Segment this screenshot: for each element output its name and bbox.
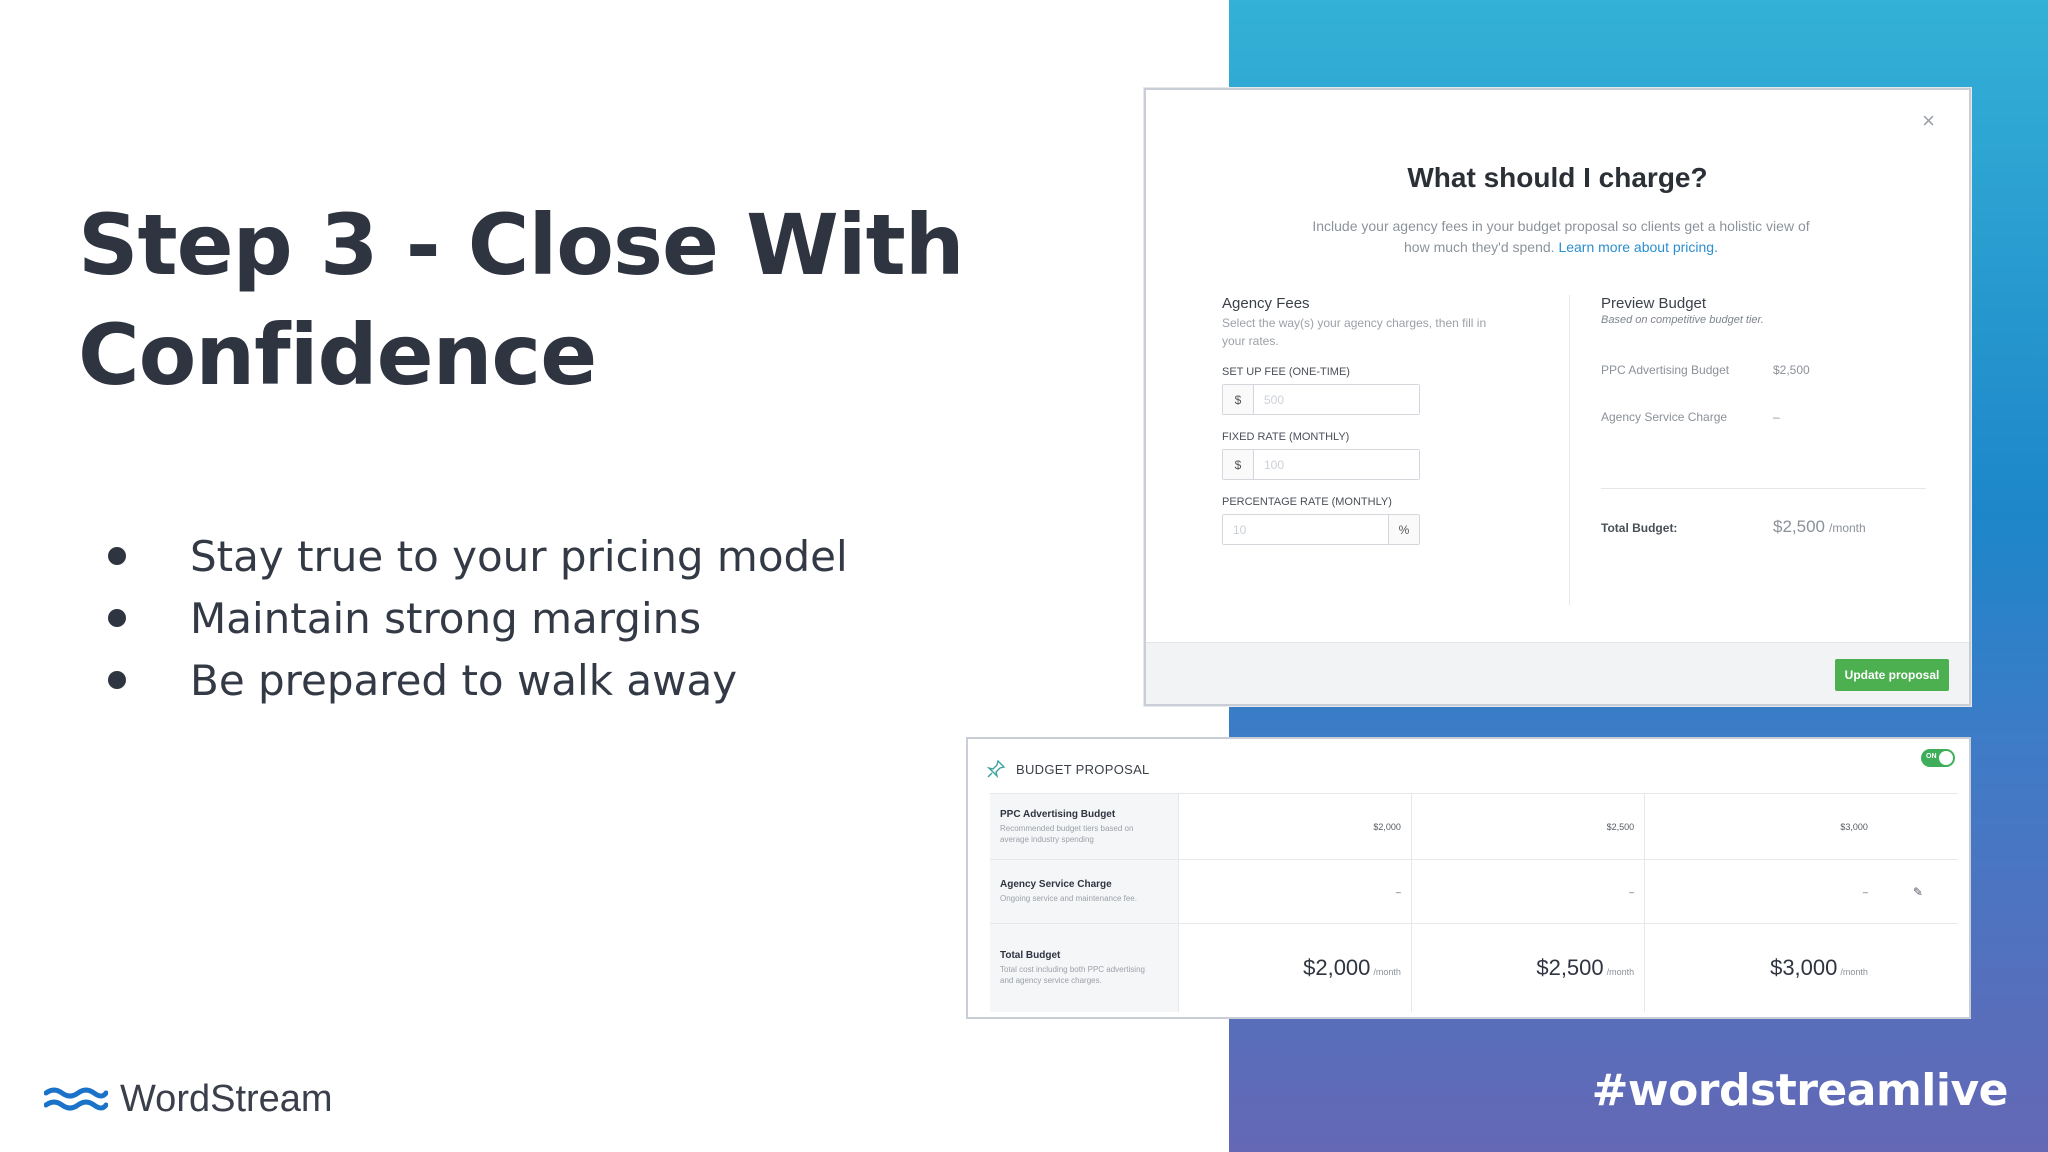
modal-footer: Update proposal: [1146, 642, 1969, 704]
percentage-rate-input[interactable]: [1223, 515, 1388, 544]
pricing-modal: × What should I charge? Include your age…: [1144, 88, 1971, 706]
edit-cell: ✎: [1877, 859, 1958, 924]
modal-subtitle: Include your agency fees in your budget …: [1306, 216, 1816, 258]
total-tier-1-value: $2,000: [1303, 954, 1371, 980]
preview-service-value: –: [1773, 410, 1780, 424]
setup-fee-input[interactable]: [1254, 385, 1419, 414]
total-tier-3-value: $3,000: [1770, 954, 1838, 980]
preview-ppc-row: PPC Advertising Budget $2,500: [1601, 363, 1810, 377]
total-unit: /month: [1606, 966, 1635, 977]
hashtag: #wordstreamlive: [1591, 1065, 2009, 1116]
bullet-item: Be prepared to walk away: [100, 649, 848, 711]
bullet-list: Stay true to your pricing model Maintain…: [100, 525, 848, 711]
table-row: Total Budget Total cost including both P…: [990, 923, 1958, 1012]
column-divider: [1569, 295, 1570, 605]
pin-icon: [986, 759, 1006, 779]
preview-total-value: $2,500: [1773, 517, 1825, 536]
empty-cell: [1877, 793, 1958, 860]
row-label-cell: Total Budget Total cost including both P…: [990, 923, 1179, 1012]
wordstream-waves-icon: [44, 1087, 108, 1110]
dollar-prefix: $: [1223, 385, 1254, 414]
budget-proposal-card: BUDGET PROPOSAL ON PPC Advertising Budge…: [966, 737, 1971, 1019]
bullet-text: Be prepared to walk away: [190, 655, 738, 705]
preview-ppc-value: $2,500: [1773, 363, 1810, 377]
preview-budget-section: Preview Budget Based on competitive budg…: [1601, 295, 1926, 536]
row-label-cell: Agency Service Charge Ongoing service an…: [990, 859, 1179, 924]
fixed-rate-input[interactable]: [1254, 450, 1419, 479]
agency-fees-section: Agency Fees Select the way(s) your agenc…: [1222, 295, 1522, 545]
service-row-description: Ongoing service and maintenance fee.: [1000, 894, 1137, 903]
total-tier-3-cell: $3,000/month: [1644, 923, 1878, 1012]
total-row-title: Total Budget: [1000, 949, 1061, 961]
bullet-dot-icon: [108, 671, 126, 689]
slide-title-line-1: Step 3 - Close With: [78, 196, 965, 294]
brand-name: WordStream: [120, 1078, 333, 1120]
fixed-rate-label: FIXED RATE (MONTHLY): [1222, 431, 1350, 443]
preview-budget-title: Preview Budget: [1601, 295, 1707, 312]
agency-fees-title: Agency Fees: [1222, 295, 1310, 312]
bullet-dot-icon: [108, 609, 126, 627]
percentage-rate-label: PERCENTAGE RATE (MONTHLY): [1222, 496, 1392, 508]
table-row: PPC Advertising Budget Recommended budge…: [990, 793, 1958, 860]
total-tier-1-cell: $2,000/month: [1178, 923, 1412, 1012]
service-row-title: Agency Service Charge: [1000, 879, 1112, 890]
service-tier-3-value: –: [1644, 859, 1878, 924]
total-tier-2-cell: $2,500/month: [1411, 923, 1646, 1012]
ppc-tier-2-value: $2,500: [1411, 793, 1646, 860]
total-row-description: Total cost including both PPC advertisin…: [1000, 964, 1145, 985]
bullet-item: Maintain strong margins: [100, 587, 848, 649]
ppc-row-description: Recommended budget tiers based on averag…: [1000, 823, 1134, 844]
modal-title: What should I charge?: [1407, 162, 1708, 193]
bullet-item: Stay true to your pricing model: [100, 525, 848, 587]
preview-total-label: Total Budget:: [1601, 521, 1678, 535]
budget-proposal-title: BUDGET PROPOSAL: [1016, 761, 1150, 777]
budget-proposal-header: BUDGET PROPOSAL: [986, 759, 1150, 779]
toggle-on-label: ON: [1926, 753, 1937, 760]
row-label-cell: PPC Advertising Budget Recommended budge…: [990, 793, 1179, 860]
ppc-row-title: PPC Advertising Budget: [1000, 808, 1116, 820]
learn-more-link[interactable]: Learn more about pricing.: [1558, 239, 1718, 255]
close-icon[interactable]: ×: [1922, 108, 1935, 134]
bullet-dot-icon: [108, 547, 126, 565]
preview-budget-description: Based on competitive budget tier.: [1601, 314, 1764, 326]
total-unit: /month: [1373, 966, 1401, 977]
preview-total-row: Total Budget: $2,500 /month: [1601, 517, 1866, 537]
service-tier-2-value: –: [1411, 859, 1646, 924]
bullet-text: Maintain strong margins: [190, 593, 702, 643]
preview-service-label: Agency Service Charge: [1601, 410, 1728, 424]
ppc-tier-3-value: $3,000: [1644, 793, 1878, 860]
slide-title: Step 3 - Close With Confidence: [78, 190, 1078, 410]
proposal-toggle[interactable]: ON: [1921, 749, 1955, 767]
bullet-text: Stay true to your pricing model: [190, 531, 848, 581]
setup-fee-input-group: $: [1222, 384, 1420, 415]
percentage-rate-input-group: %: [1222, 514, 1420, 545]
update-proposal-button[interactable]: Update proposal: [1835, 659, 1949, 691]
total-tier-2-value: $2,500: [1536, 954, 1604, 980]
table-row: Agency Service Charge Ongoing service an…: [990, 859, 1958, 924]
budget-proposal-table: PPC Advertising Budget Recommended budge…: [990, 793, 1958, 1012]
preview-ppc-label: PPC Advertising Budget: [1601, 363, 1730, 377]
preview-total-unit: /month: [1829, 521, 1866, 535]
toggle-knob: [1939, 751, 1953, 765]
service-tier-1-value: –: [1178, 859, 1412, 924]
total-unit: /month: [1840, 966, 1868, 977]
ppc-tier-1-value: $2,000: [1178, 793, 1412, 860]
preview-service-row: Agency Service Charge –: [1601, 410, 1780, 424]
dollar-prefix: $: [1223, 450, 1254, 479]
percent-suffix: %: [1388, 515, 1419, 544]
setup-fee-label: SET UP FEE (ONE-TIME): [1222, 366, 1350, 378]
fixed-rate-input-group: $: [1222, 449, 1420, 480]
slide-title-line-2: Confidence: [78, 306, 597, 404]
preview-divider: [1601, 488, 1926, 489]
empty-cell: [1877, 923, 1958, 1012]
wordstream-logo: WordStream: [44, 1078, 333, 1121]
pencil-icon[interactable]: ✎: [1913, 885, 1923, 899]
agency-fees-description: Select the way(s) your agency charges, t…: [1222, 316, 1487, 348]
